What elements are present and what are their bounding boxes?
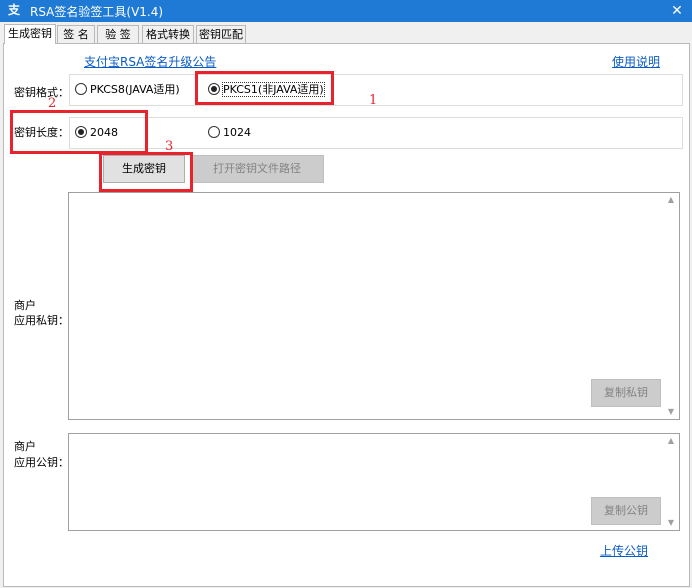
private-key-scrollbar[interactable]: ▲ ▼ <box>663 193 679 419</box>
radio-1024[interactable]: 1024 <box>208 126 251 140</box>
tab-format-convert[interactable]: 格式转换 <box>142 25 194 43</box>
open-key-path-button[interactable]: 打开密钥文件路径 <box>190 155 324 183</box>
radio-unchecked-icon <box>208 126 220 138</box>
annotation-box-1 <box>195 71 334 105</box>
title-bar: 支 RSA签名验签工具(V1.4) ✕ <box>0 0 692 22</box>
tab-generate-key[interactable]: 生成密钥 <box>4 24 56 44</box>
scroll-down-icon[interactable]: ▼ <box>663 405 679 419</box>
help-link[interactable]: 使用说明 <box>612 53 660 70</box>
key-format-label: 密钥格式： <box>14 86 69 99</box>
annotation-box-3 <box>99 152 193 192</box>
private-key-label-line1: 商户 <box>14 299 36 312</box>
annotation-box-2 <box>10 110 148 154</box>
public-key-textarea[interactable]: ▲ ▼ 复制公钥 <box>68 433 680 531</box>
annotation-number-3: 3 <box>165 139 174 154</box>
public-key-label-line1: 商户 <box>14 440 36 453</box>
radio-pkcs8-label: PKCS8(JAVA适用) <box>90 83 180 96</box>
public-key-label-line2: 应用公钥： <box>14 456 69 469</box>
upload-public-key-link[interactable]: 上传公钥 <box>600 542 648 559</box>
private-key-label-line2: 应用私钥： <box>14 314 69 327</box>
tab-sign[interactable]: 签 名 <box>57 25 95 43</box>
announcement-link[interactable]: 支付宝RSA签名升级公告 <box>84 53 216 70</box>
window-title: RSA签名验签工具(V1.4) <box>30 5 164 19</box>
copy-public-key-button[interactable]: 复制公钥 <box>591 497 661 525</box>
radio-1024-label: 1024 <box>223 126 251 139</box>
public-key-scrollbar[interactable]: ▲ ▼ <box>663 434 679 530</box>
close-icon[interactable]: ✕ <box>662 0 692 22</box>
scroll-up-icon[interactable]: ▲ <box>663 193 679 207</box>
annotation-number-2: 2 <box>48 96 57 111</box>
scroll-up-icon[interactable]: ▲ <box>663 434 679 448</box>
tab-key-match[interactable]: 密钥匹配 <box>196 25 246 43</box>
scroll-down-icon[interactable]: ▼ <box>663 516 679 530</box>
radio-pkcs8[interactable]: PKCS8(JAVA适用) <box>75 83 180 97</box>
app-icon: 支 <box>8 3 21 17</box>
key-length-group: 2048 1024 <box>69 117 683 149</box>
annotation-number-1: 1 <box>369 93 378 108</box>
copy-private-key-button[interactable]: 复制私钥 <box>591 379 661 407</box>
tab-verify[interactable]: 验 签 <box>97 25 139 43</box>
radio-unchecked-icon <box>75 83 87 95</box>
private-key-textarea[interactable]: ▲ ▼ 复制私钥 <box>68 192 680 420</box>
